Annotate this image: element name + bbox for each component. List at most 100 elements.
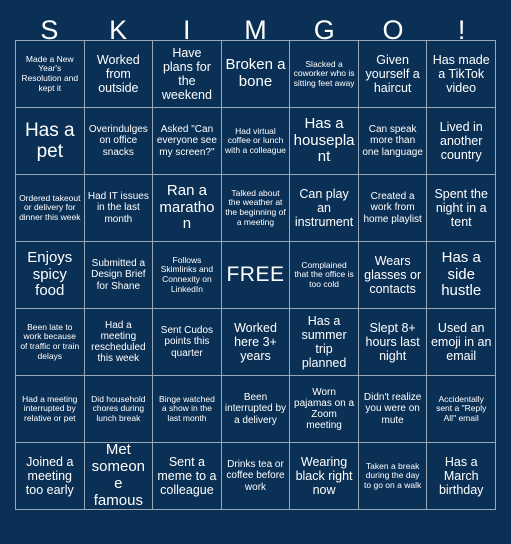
bingo-header-letter-4: G bbox=[313, 15, 335, 45]
bingo-square[interactable]: Had a meeting interrupted by relative or… bbox=[16, 376, 85, 443]
bingo-square-label: Been interrupted by a delivery bbox=[224, 392, 287, 426]
bingo-square-label: Ordered takeout or delivery for dinner t… bbox=[19, 192, 81, 222]
bingo-square[interactable]: Met someone famous bbox=[84, 443, 154, 510]
bingo-square[interactable]: Overindulges on office snacks bbox=[84, 108, 154, 175]
bingo-square[interactable]: Had a meeting rescheduled this week bbox=[84, 309, 154, 376]
bingo-square[interactable]: Has a houseplant bbox=[290, 108, 359, 175]
bingo-square-label: Made a New Year's Resolution and kept it bbox=[21, 53, 79, 93]
bingo-square-label: FREE bbox=[226, 263, 285, 287]
bingo-square-label: Has a side hustle bbox=[441, 248, 482, 300]
bingo-square-label: Accidentally sent a "Reply All" email bbox=[436, 393, 487, 423]
bingo-square-label: Talked about the weather at the beginnin… bbox=[225, 187, 286, 227]
bingo-square[interactable]: Joined a meeting too early bbox=[16, 443, 85, 510]
bingo-header-letter-1: K bbox=[109, 15, 128, 45]
bingo-square-label: Been late to work because of traffic or … bbox=[20, 321, 80, 361]
bingo-square[interactable]: Worked from outside bbox=[84, 41, 154, 108]
bingo-square[interactable]: Created a work from home playlist bbox=[358, 175, 428, 242]
bingo-square[interactable]: Didn't realize you were on mute bbox=[358, 376, 428, 443]
bingo-square-label: Created a work from home playlist bbox=[363, 191, 422, 225]
bingo-square[interactable]: Worked here 3+ years bbox=[221, 309, 291, 376]
bingo-square[interactable]: Sent Cudos points this quarter bbox=[153, 309, 222, 376]
bingo-square-label: Wears glasses or contacts bbox=[364, 254, 422, 296]
bingo-square-label: Had virtual coffee or lunch with a colle… bbox=[225, 125, 286, 155]
bingo-square[interactable]: Can speak more than one language bbox=[358, 108, 428, 175]
bingo-square-label: Asked "Can everyone see my screen?" bbox=[156, 124, 217, 158]
bingo-square[interactable]: Has a pet bbox=[16, 108, 85, 175]
bingo-square[interactable]: Asked "Can everyone see my screen?" bbox=[153, 108, 222, 175]
bingo-square[interactable]: Follows Skimlinks and Connexity on Linke… bbox=[153, 242, 222, 309]
bingo-square-label: Had a meeting interrupted by relative or… bbox=[22, 393, 78, 423]
bingo-square-label: Didn't realize you were on mute bbox=[363, 392, 422, 426]
bingo-square-label: Have plans for the weekend bbox=[161, 46, 212, 102]
bingo-free-space[interactable]: FREE bbox=[221, 242, 291, 309]
bingo-square[interactable]: Had virtual coffee or lunch with a colle… bbox=[221, 108, 291, 175]
bingo-square-label: Has made a TikTok video bbox=[432, 53, 490, 95]
bingo-square-label: Binge watched a show in the last month bbox=[159, 393, 215, 423]
bingo-square[interactable]: Used an emoji in an email bbox=[427, 309, 496, 376]
bingo-square[interactable]: Lived in another country bbox=[427, 108, 496, 175]
bingo-square[interactable]: Slept 8+ hours last night bbox=[358, 309, 428, 376]
bingo-square-label: Worked from outside bbox=[96, 53, 140, 95]
bingo-square-label: Given yourself a haircut bbox=[365, 53, 420, 95]
bingo-square[interactable]: Has made a TikTok video bbox=[427, 41, 496, 108]
bingo-square[interactable]: Slacked a coworker who is sitting feet a… bbox=[290, 41, 359, 108]
bingo-square-label: Submitted a Design Brief for Shane bbox=[91, 258, 146, 292]
bingo-square[interactable]: Binge watched a show in the last month bbox=[153, 376, 222, 443]
bingo-header-letter-2: I bbox=[183, 15, 191, 45]
bingo-header-letter-3: M bbox=[244, 15, 267, 45]
bingo-square[interactable]: Wears glasses or contacts bbox=[358, 242, 428, 309]
bingo-header-letter-6: ! bbox=[457, 15, 466, 45]
bingo-square[interactable]: Have plans for the weekend bbox=[153, 41, 222, 108]
bingo-header: S K I M G O! bbox=[15, 0, 496, 45]
bingo-square[interactable]: Enjoys spicy food bbox=[16, 242, 85, 309]
bingo-square[interactable]: Wearing black right now bbox=[290, 443, 359, 510]
bingo-card: S K I M G O! Made a New Year's Resolution and… bbox=[0, 0, 511, 544]
bingo-square-label: Ran a marathon bbox=[159, 181, 215, 233]
bingo-square[interactable]: Has a March birthday bbox=[427, 443, 496, 510]
bingo-square-label: Lived in another country bbox=[439, 120, 483, 162]
bingo-square[interactable]: Accidentally sent a "Reply All" email bbox=[427, 376, 496, 443]
bingo-square[interactable]: Been interrupted by a delivery bbox=[221, 376, 291, 443]
bingo-square[interactable]: Submitted a Design Brief for Shane bbox=[84, 242, 154, 309]
bingo-square[interactable]: Taken a break during the day to go on a … bbox=[358, 443, 428, 510]
bingo-square[interactable]: Talked about the weather at the beginnin… bbox=[221, 175, 291, 242]
bingo-square[interactable]: Given yourself a haircut bbox=[358, 41, 428, 108]
bingo-square[interactable]: Has a side hustle bbox=[427, 242, 496, 309]
bingo-square[interactable]: Ordered takeout or delivery for dinner t… bbox=[16, 175, 85, 242]
bingo-square-label: Had IT issues in the last month bbox=[87, 191, 149, 225]
bingo-square-label: Had a meeting rescheduled this week bbox=[91, 319, 146, 365]
bingo-square[interactable]: Complained that the office is too cold bbox=[290, 242, 359, 309]
bingo-square-label: Has a summer trip planned bbox=[301, 314, 347, 370]
bingo-square-label: Used an emoji in an email bbox=[430, 321, 492, 363]
bingo-square[interactable]: Has a summer trip planned bbox=[290, 309, 359, 376]
bingo-square-label: Spent the night in a tent bbox=[434, 187, 488, 229]
bingo-square-label: Sent Cudos points this quarter bbox=[160, 325, 214, 359]
bingo-grid: Made a New Year's Resolution and kept it… bbox=[15, 40, 496, 510]
bingo-square-label: Has a pet bbox=[24, 119, 75, 162]
bingo-square-label: Can play an instrument bbox=[294, 187, 354, 229]
bingo-square-label: Overindulges on office snacks bbox=[88, 124, 148, 158]
bingo-square[interactable]: Can play an instrument bbox=[290, 175, 359, 242]
bingo-square-label: Worked here 3+ years bbox=[234, 321, 277, 363]
bingo-square[interactable]: Spent the night in a tent bbox=[427, 175, 496, 242]
bingo-square[interactable]: Been late to work because of traffic or … bbox=[16, 309, 85, 376]
bingo-square-label: Worn pajamas on a Zoom meeting bbox=[294, 386, 355, 432]
bingo-square[interactable]: Broken a bone bbox=[221, 41, 291, 108]
bingo-square-label: Joined a meeting too early bbox=[25, 455, 74, 497]
bingo-square-label: Wearing black right now bbox=[295, 455, 353, 497]
bingo-square-label: Met someone famous bbox=[91, 443, 146, 509]
bingo-header-letter-0: S bbox=[40, 15, 59, 45]
bingo-square[interactable]: Did household chores during lunch break bbox=[84, 376, 154, 443]
bingo-square[interactable]: Ran a marathon bbox=[153, 175, 222, 242]
bingo-square-label: Complained that the office is too cold bbox=[294, 259, 354, 289]
bingo-square[interactable]: Sent a meme to a colleague bbox=[153, 443, 222, 510]
bingo-square-label: Slacked a coworker who is sitting feet a… bbox=[293, 58, 355, 88]
bingo-square[interactable]: Drinks tea or coffee before work bbox=[221, 443, 291, 510]
bingo-square-label: Broken a bone bbox=[225, 56, 286, 90]
bingo-square[interactable]: Worn pajamas on a Zoom meeting bbox=[290, 376, 359, 443]
bingo-header-letter-5: O bbox=[382, 15, 404, 45]
bingo-square-label: Enjoys spicy food bbox=[27, 248, 73, 300]
bingo-square[interactable]: Made a New Year's Resolution and kept it bbox=[16, 41, 85, 108]
bingo-square[interactable]: Had IT issues in the last month bbox=[84, 175, 154, 242]
bingo-square-label: Follows Skimlinks and Connexity on Linke… bbox=[160, 254, 214, 294]
